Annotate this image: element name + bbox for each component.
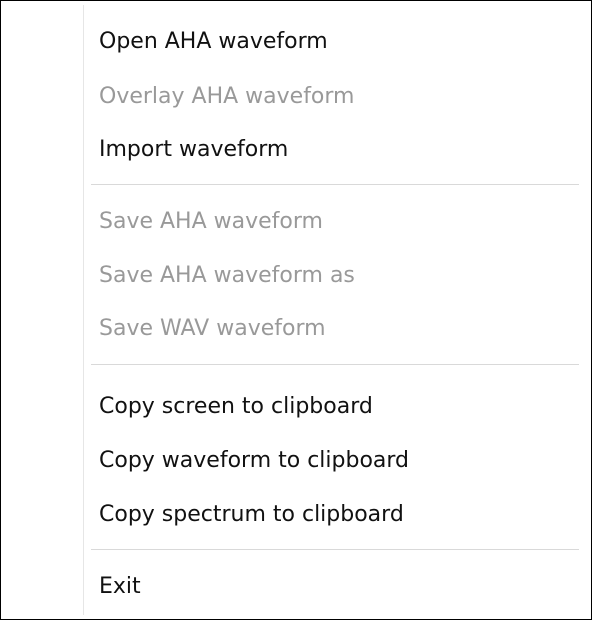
menu-item-label: Open AHA waveform [99, 29, 328, 54]
menu-item-overlay-aha-waveform: Overlay AHA waveform [91, 72, 571, 122]
menu-item-save-aha-waveform-as: Save AHA waveform as [91, 251, 571, 301]
menu-item-label: Save AHA waveform [99, 209, 323, 234]
menu-item-save-wav-waveform: Save WAV waveform [91, 304, 571, 354]
menu-item-label: Copy waveform to clipboard [99, 448, 410, 473]
menu-item-label: Import waveform [99, 137, 289, 162]
menu-item-label: Copy screen to clipboard [99, 394, 373, 419]
file-context-menu: Open AHA waveform Overlay AHA waveform I… [0, 0, 592, 620]
menu-item-save-aha-waveform: Save AHA waveform [91, 197, 571, 247]
menu-item-import-waveform[interactable]: Import waveform [91, 125, 571, 175]
menu-item-copy-screen-to-clipboard[interactable]: Copy screen to clipboard [91, 382, 571, 432]
menu-icon-gutter-divider [83, 5, 84, 615]
menu-item-copy-waveform-to-clipboard[interactable]: Copy waveform to clipboard [91, 436, 571, 486]
menu-separator [91, 364, 579, 366]
menu-separator [91, 549, 579, 551]
menu-item-label: Save WAV waveform [99, 316, 326, 341]
menu-item-copy-spectrum-to-clipboard[interactable]: Copy spectrum to clipboard [91, 490, 571, 540]
menu-item-open-aha-waveform[interactable]: Open AHA waveform [91, 17, 571, 67]
menu-separator [91, 184, 579, 186]
menu-item-label: Overlay AHA waveform [99, 84, 355, 109]
menu-item-exit[interactable]: Exit [91, 562, 571, 612]
menu-item-label: Exit [99, 574, 141, 599]
menu-item-label: Save AHA waveform as [99, 263, 355, 288]
menu-item-label: Copy spectrum to clipboard [99, 502, 404, 527]
